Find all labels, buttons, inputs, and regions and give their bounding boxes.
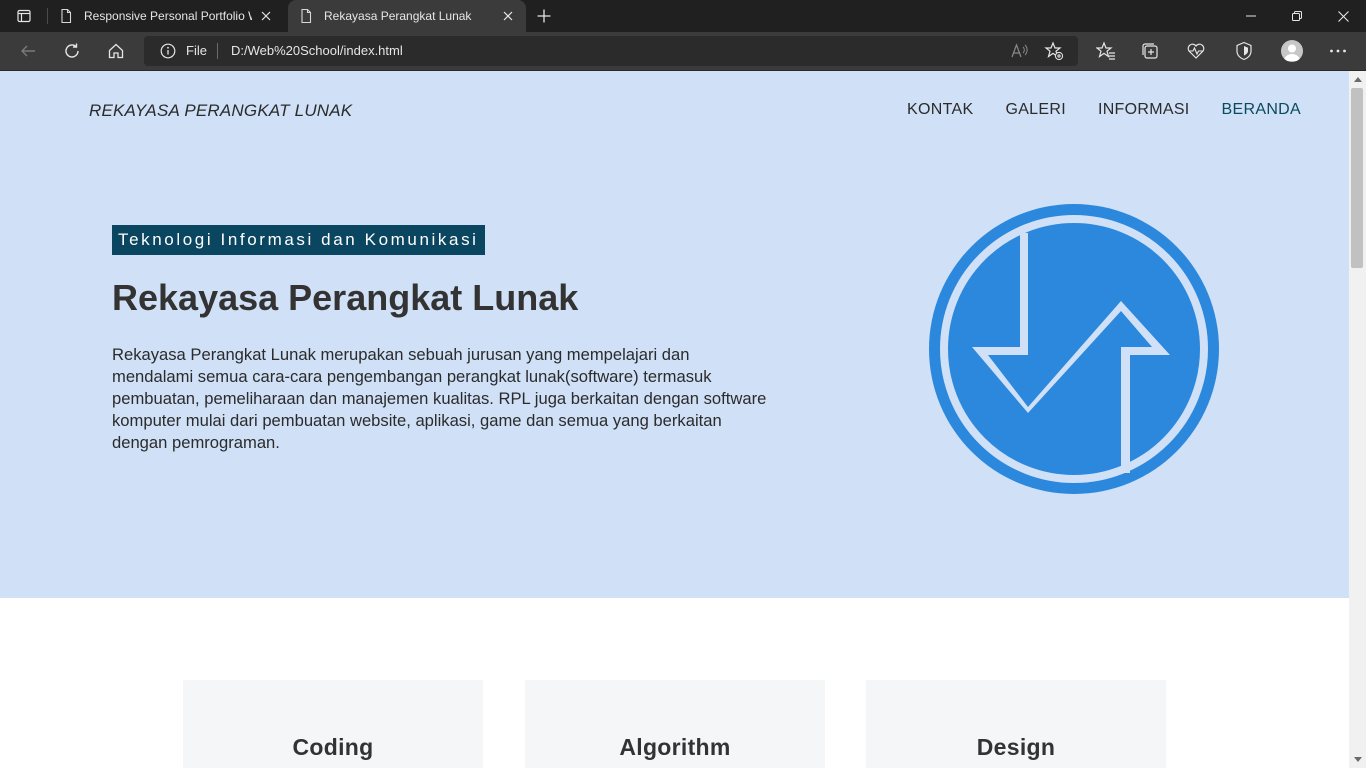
home-button[interactable] bbox=[100, 36, 132, 66]
close-tab-button[interactable] bbox=[500, 8, 516, 24]
minimize-icon bbox=[1246, 15, 1256, 17]
tab-rpl[interactable]: Rekayasa Perangkat Lunak bbox=[288, 0, 526, 32]
address-divider bbox=[217, 43, 218, 59]
tab-title: Responsive Personal Portfolio We bbox=[84, 9, 252, 23]
security-button[interactable] bbox=[1228, 36, 1260, 66]
star-add-icon bbox=[1044, 41, 1064, 61]
new-tab-button[interactable] bbox=[532, 4, 556, 28]
scroll-up-icon bbox=[1353, 77, 1362, 82]
scheme-label: File bbox=[186, 43, 207, 58]
rpl-logo-icon bbox=[929, 204, 1219, 494]
scroll-down-icon bbox=[1353, 757, 1362, 762]
hero-section: REKAYASA PERANGKAT LUNAK KONTAK GALERI I… bbox=[0, 71, 1349, 598]
card-coding[interactable]: Coding bbox=[183, 680, 483, 768]
heartbeat-icon bbox=[1187, 43, 1205, 59]
collections-icon bbox=[1142, 43, 1158, 59]
close-icon bbox=[503, 11, 513, 21]
home-icon bbox=[108, 43, 124, 59]
page-viewport: REKAYASA PERANGKAT LUNAK KONTAK GALERI I… bbox=[0, 71, 1349, 768]
minimize-button[interactable] bbox=[1228, 0, 1274, 32]
scroll-thumb[interactable] bbox=[1351, 88, 1363, 268]
address-bar[interactable]: File D:/Web%20School/index.html bbox=[144, 36, 1078, 66]
browser-toolbar: File D:/Web%20School/index.html bbox=[0, 32, 1366, 71]
refresh-icon bbox=[65, 43, 79, 58]
page-icon bbox=[61, 8, 72, 24]
restore-icon bbox=[1292, 11, 1302, 21]
hero-description: Rekayasa Perangkat Lunak merupakan sebua… bbox=[112, 345, 767, 452]
card-title: Algorithm bbox=[619, 734, 731, 760]
scroll-up-button[interactable] bbox=[1349, 71, 1366, 88]
close-window-button[interactable] bbox=[1320, 0, 1366, 32]
user-icon bbox=[1284, 44, 1300, 61]
card-algorithm[interactable]: Algorithm bbox=[525, 680, 825, 768]
add-favorite-button[interactable] bbox=[1044, 41, 1064, 61]
refresh-button[interactable] bbox=[56, 36, 88, 66]
favorites-button[interactable] bbox=[1090, 36, 1122, 66]
collections-button[interactable] bbox=[1134, 36, 1166, 66]
browser-essentials-button[interactable] bbox=[1180, 36, 1212, 66]
page-icon bbox=[301, 8, 312, 24]
card-design[interactable]: Design bbox=[866, 680, 1166, 768]
card-title: Design bbox=[976, 734, 1056, 760]
main-nav: KONTAK GALERI INFORMASI BERANDA bbox=[907, 101, 1301, 119]
profile-avatar[interactable] bbox=[1281, 40, 1303, 62]
back-arrow-icon bbox=[21, 45, 35, 57]
info-icon[interactable] bbox=[160, 43, 176, 59]
card-title: Coding bbox=[292, 734, 374, 760]
close-icon bbox=[261, 11, 271, 21]
settings-menu-button[interactable] bbox=[1322, 36, 1354, 66]
back-button[interactable] bbox=[12, 36, 44, 66]
nav-kontak[interactable]: KONTAK bbox=[907, 101, 973, 119]
scroll-down-button[interactable] bbox=[1349, 751, 1366, 768]
nav-galeri[interactable]: GALERI bbox=[1005, 101, 1066, 119]
tab-title: Rekayasa Perangkat Lunak bbox=[324, 9, 472, 23]
read-aloud-button[interactable] bbox=[1010, 41, 1030, 61]
nav-informasi[interactable]: INFORMASI bbox=[1098, 101, 1190, 119]
more-icon bbox=[1330, 49, 1346, 53]
hero-title: Rekayasa Perangkat Lunak bbox=[112, 277, 579, 318]
close-icon bbox=[1337, 10, 1349, 22]
tab-actions-button[interactable] bbox=[8, 4, 40, 28]
tab-portfolio[interactable]: Responsive Personal Portfolio We bbox=[48, 0, 284, 32]
shield-icon bbox=[1236, 41, 1252, 61]
nav-beranda[interactable]: BERANDA bbox=[1222, 101, 1301, 119]
plus-icon bbox=[537, 9, 551, 23]
tab-bar: Responsive Personal Portfolio We Rekayas… bbox=[0, 0, 1366, 32]
features-section: Coding Algorithm Design bbox=[0, 598, 1349, 768]
tab-actions-icon bbox=[17, 9, 31, 23]
url-text[interactable]: D:/Web%20School/index.html bbox=[231, 43, 403, 59]
restore-button[interactable] bbox=[1274, 0, 1320, 32]
category-badge: Teknologi Informasi dan Komunikasi bbox=[112, 225, 485, 255]
site-brand[interactable]: REKAYASA PERANGKAT LUNAK bbox=[89, 101, 352, 121]
favorites-icon bbox=[1096, 41, 1115, 60]
close-tab-button[interactable] bbox=[258, 8, 274, 24]
read-aloud-icon bbox=[1011, 43, 1028, 58]
page-scrollbar[interactable] bbox=[1349, 71, 1366, 768]
